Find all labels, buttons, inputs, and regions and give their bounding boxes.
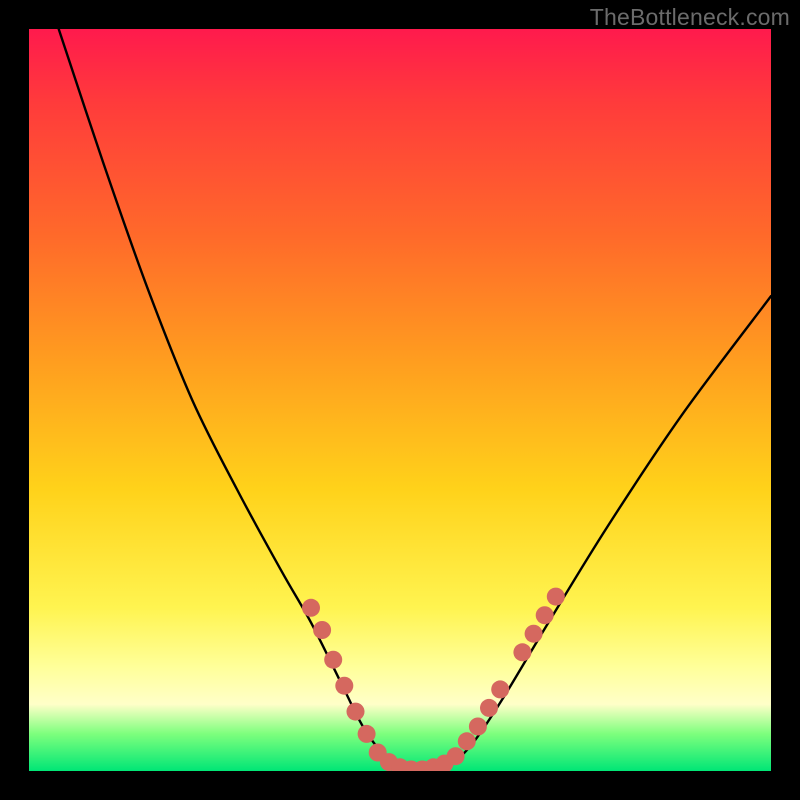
curve-marker	[491, 680, 509, 698]
curve-marker	[447, 747, 465, 765]
chart-plot-area	[29, 29, 771, 771]
curve-marker	[313, 621, 331, 639]
curve-marker	[347, 703, 365, 721]
curve-marker	[335, 677, 353, 695]
curve-marker	[458, 732, 476, 750]
curve-marker	[469, 718, 487, 736]
curve-marker	[369, 744, 387, 762]
watermark-text: TheBottleneck.com	[590, 4, 790, 31]
curve-marker	[413, 761, 431, 772]
curve-marker	[480, 699, 498, 717]
curve-marker	[302, 599, 320, 617]
curve-marker	[547, 588, 565, 606]
curve-marker	[358, 725, 376, 743]
curve-marker	[402, 761, 420, 772]
bottleneck-curve	[29, 29, 771, 771]
curve-marker	[424, 758, 442, 771]
curve-marker	[391, 758, 409, 771]
curve-marker	[380, 753, 398, 771]
curve-marker	[324, 651, 342, 669]
curve-marker	[513, 643, 531, 661]
curve-marker	[436, 755, 454, 771]
curve-marker	[525, 625, 543, 643]
curve-marker	[536, 606, 554, 624]
